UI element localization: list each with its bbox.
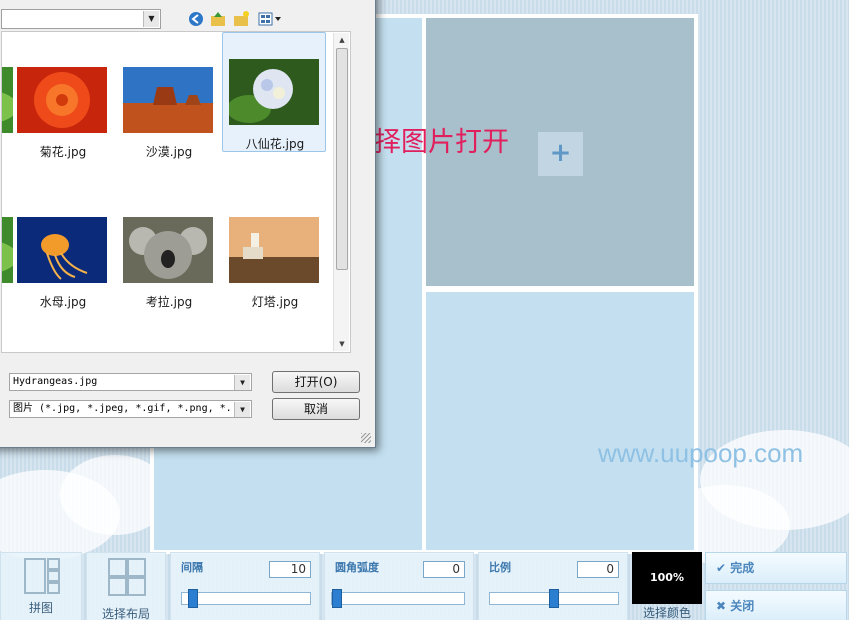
layout-grid-icon <box>108 558 146 596</box>
filetype-combobox[interactable]: 图片 (*.jpg, *.jpeg, *.gif, *.png, *. ▼ <box>9 400 252 418</box>
select-layout-button[interactable]: 选择布局 <box>86 552 166 620</box>
spacing-slider[interactable] <box>181 589 311 608</box>
select-layout-label: 选择布局 <box>101 607 150 620</box>
select-color-label[interactable]: 选择颜色 <box>632 604 702 620</box>
file-name: 考拉.jpg <box>145 295 193 309</box>
ratio-input[interactable]: 0 <box>577 561 619 578</box>
spacing-slider-thumb[interactable] <box>187 589 198 608</box>
scroll-up-icon[interactable]: ▲ <box>334 33 350 47</box>
spacing-label: 间隔 <box>181 561 203 574</box>
filename-value: Hydrangeas.jpg <box>13 376 98 387</box>
check-icon: ✔ <box>716 561 727 575</box>
ratio-control: 比例 0 <box>478 552 628 620</box>
spacing-control: 间隔 10 <box>170 552 320 620</box>
file-name: 菊花.jpg <box>39 145 87 159</box>
cancel-button[interactable]: 取消 <box>272 398 360 420</box>
file-thumbnail <box>123 67 213 133</box>
file-item[interactable]: 灯塔.jpg <box>222 190 326 310</box>
corner-radius-label: 圆角弧度 <box>335 561 379 574</box>
ratio-slider-thumb[interactable] <box>549 589 559 608</box>
corner-radius-slider[interactable] <box>331 589 465 608</box>
file-item[interactable]: 菊花.jpg <box>10 40 114 160</box>
close-label: 关闭 <box>730 599 755 613</box>
file-name: 水母.jpg <box>39 295 87 309</box>
filetype-value: 图片 (*.jpg, *.jpeg, *.gif, *.png, *. <box>13 403 232 414</box>
chevron-down-icon[interactable]: ▼ <box>234 375 250 390</box>
collage-icon <box>24 558 60 594</box>
filename-combobox[interactable]: Hydrangeas.jpg ▼ <box>9 373 252 391</box>
new-folder-icon[interactable] <box>232 10 250 28</box>
file-list-view[interactable]: ...5-...菊花.jpg沙漠.jpg八仙花.jpg...小.水母.jpg考拉… <box>1 31 351 353</box>
close-icon: ✖ <box>716 599 727 613</box>
file-item[interactable]: 水母.jpg <box>10 190 114 310</box>
watermark-text: www.uupoop.com <box>598 438 804 468</box>
open-button[interactable]: 打开(O) <box>272 371 360 393</box>
file-open-dialog: ▼ ...5-...菊花.jpg沙漠.jpg八仙花.jpg...小.水母.jpg… <box>0 0 376 448</box>
file-item[interactable]: 沙漠.jpg <box>116 40 220 160</box>
file-name: 灯塔.jpg <box>251 295 299 309</box>
corner-radius-slider-thumb[interactable] <box>332 589 342 608</box>
layout-cell-bottom-right[interactable] <box>426 292 694 550</box>
add-image-button[interactable]: + <box>538 132 583 176</box>
file-thumbnail <box>229 217 319 283</box>
file-item[interactable]: 考拉.jpg <box>116 190 220 310</box>
file-item[interactable]: 八仙花.jpg <box>222 32 326 152</box>
chevron-down-icon[interactable]: ▼ <box>143 11 159 27</box>
close-button[interactable]: ✖ 关闭 <box>705 590 847 620</box>
spacing-input[interactable]: 10 <box>269 561 311 578</box>
file-thumbnail <box>17 217 107 283</box>
corner-radius-control: 圆角弧度 0 <box>324 552 474 620</box>
collage-tool-button[interactable]: 拼图 <box>0 552 82 620</box>
chevron-down-icon[interactable]: ▼ <box>234 402 250 417</box>
scroll-down-icon[interactable]: ▼ <box>334 337 350 351</box>
back-icon[interactable] <box>187 10 205 28</box>
file-name: 八仙花.jpg <box>245 137 305 151</box>
file-thumbnail <box>123 217 213 283</box>
done-label: 完成 <box>730 561 755 575</box>
resize-grip[interactable] <box>361 433 371 443</box>
up-folder-icon[interactable] <box>209 10 227 28</box>
ratio-label: 比例 <box>489 561 511 574</box>
ratio-slider[interactable] <box>489 589 619 608</box>
corner-radius-input[interactable]: 0 <box>423 561 465 578</box>
scroll-thumb[interactable] <box>336 48 348 270</box>
path-combobox[interactable]: ▼ <box>1 9 161 29</box>
vertical-scrollbar[interactable]: ▲ ▼ <box>333 33 349 351</box>
collage-label: 拼图 <box>28 601 53 615</box>
file-thumbnail <box>17 67 107 133</box>
color-swatch[interactable]: 100% <box>632 552 702 604</box>
done-button[interactable]: ✔ 完成 <box>705 552 847 584</box>
file-thumbnail <box>229 59 319 125</box>
view-menu-icon[interactable] <box>257 10 283 28</box>
file-name: 沙漠.jpg <box>145 145 193 159</box>
